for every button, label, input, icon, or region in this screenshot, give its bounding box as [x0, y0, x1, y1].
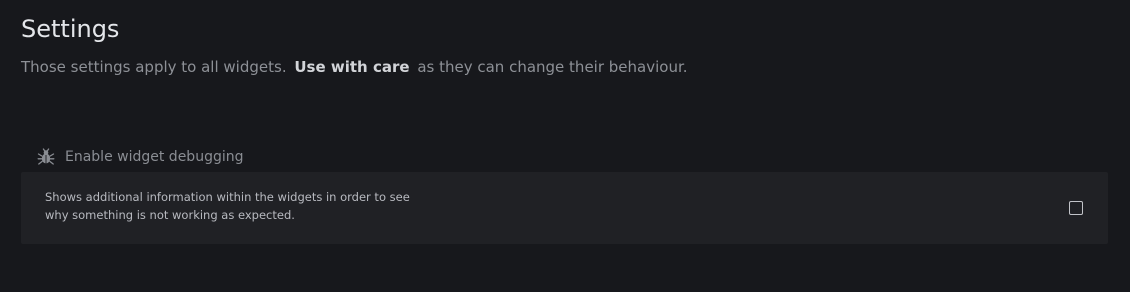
enable-widget-debugging-checkbox[interactable]	[1069, 201, 1083, 215]
page-title: Settings	[21, 15, 120, 43]
setting-description-line: why something is not working as expected…	[45, 208, 295, 222]
page-subtitle: Those settings apply to all widgets. Use…	[21, 57, 1108, 77]
setting-header-widget-debugging: Enable widget debugging	[37, 146, 244, 168]
subtitle-text-end: as they can change their behaviour.	[417, 58, 688, 76]
bug-icon	[37, 148, 55, 166]
subtitle-emphasis: Use with care	[294, 58, 410, 76]
setting-description-line: Shows additional information within the …	[45, 190, 410, 204]
settings-page: Settings Those settings apply to all wid…	[21, 14, 1108, 244]
subtitle-text: Those settings apply to all widgets.	[21, 58, 287, 76]
setting-description: Shows additional information within the …	[45, 188, 410, 224]
setting-label: Enable widget debugging	[65, 149, 244, 165]
setting-card-widget-debugging: Shows additional information within the …	[21, 172, 1108, 244]
